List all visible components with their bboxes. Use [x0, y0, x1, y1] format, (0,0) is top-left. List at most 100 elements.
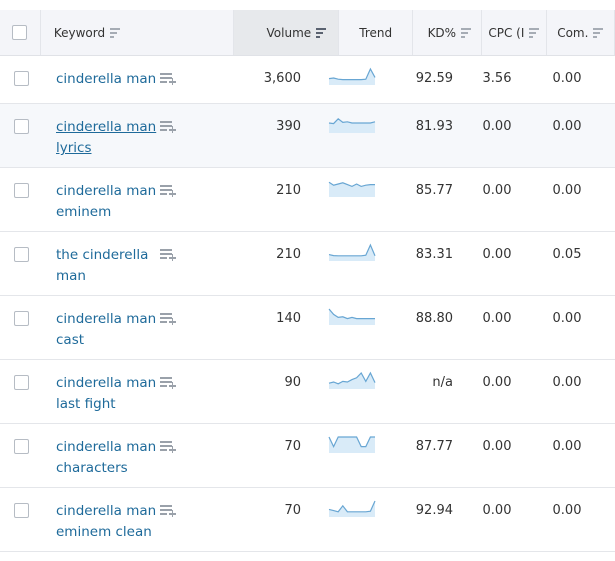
add-cell: [160, 488, 203, 551]
keyword-link[interactable]: cinderella man last fight: [56, 375, 156, 412]
trend-cell: [313, 296, 391, 359]
keyword-link[interactable]: cinderella man characters: [56, 439, 156, 476]
sparkline-area: [329, 437, 375, 453]
trend-sparkline: [328, 67, 376, 85]
add-cell: [160, 104, 203, 167]
sort-icon[interactable]: [529, 28, 540, 38]
keyword-link[interactable]: cinderella man: [56, 71, 156, 87]
sort-icon[interactable]: [461, 28, 472, 38]
kd-cell: 83.31: [415, 247, 453, 262]
trend-sparkline: [328, 371, 376, 389]
trend-cell: [313, 424, 391, 487]
trend-cell: [313, 488, 391, 551]
com-cell: 0.00: [552, 119, 582, 134]
row-select-cell: [0, 168, 43, 231]
row-checkbox[interactable]: [14, 311, 29, 326]
add-to-list-icon[interactable]: [160, 73, 176, 85]
sort-icon[interactable]: [593, 28, 604, 38]
cpc-cell: 0.00: [482, 311, 512, 326]
add-to-list-icon[interactable]: [160, 121, 176, 133]
row-select-cell: [0, 488, 43, 551]
header-com-label: Com.: [557, 25, 589, 40]
add-to-list-icon[interactable]: [160, 377, 176, 389]
keyword-cell: cinderella man eminem clean: [43, 488, 160, 551]
row-checkbox[interactable]: [14, 71, 29, 86]
header-keyword-label: Keyword: [53, 25, 106, 40]
sparkline-area: [329, 245, 375, 261]
header-cpc-label: CPC (I: [488, 25, 525, 40]
kd-cell: 92.59: [415, 71, 453, 86]
header-select-all[interactable]: [0, 10, 41, 55]
sparkline-line: [328, 500, 376, 513]
keyword-cell: cinderella man last fight: [43, 360, 160, 423]
add-cell: [160, 296, 203, 359]
header-keyword[interactable]: Keyword: [41, 10, 235, 55]
trend-sparkline: [328, 117, 376, 133]
volume-cell: 210: [276, 183, 301, 198]
cpc-cell: 0.00: [482, 375, 512, 390]
row-checkbox[interactable]: [14, 119, 29, 134]
keyword-cell: the cinderella man: [43, 232, 160, 295]
row-checkbox[interactable]: [14, 503, 29, 518]
add-cell: [160, 360, 203, 423]
row-select-cell: [0, 296, 43, 359]
header-com[interactable]: Com.: [547, 10, 615, 55]
keyword-link[interactable]: cinderella man lyrics: [56, 119, 156, 156]
com-cell: 0.05: [552, 247, 582, 262]
volume-cell: 70: [284, 439, 301, 454]
table-row: cinderella man eminem clean 70 92.94 0.0…: [0, 488, 615, 552]
add-to-list-icon[interactable]: [160, 441, 176, 453]
trend-sparkline: [328, 436, 375, 453]
table-row: cinderella man characters 70 87.77 0.00 …: [0, 424, 615, 488]
keyword-table: Keyword Volume Trend KD% CPC (I Com. cin…: [0, 10, 615, 552]
kd-cell: 88.80: [415, 311, 453, 326]
keyword-cell: cinderella man lyrics: [43, 104, 160, 167]
table-row: cinderella man cast 140 88.80 0.00 0.00: [0, 296, 615, 360]
kd-cell: 85.77: [415, 183, 453, 198]
trend-cell: [313, 56, 391, 103]
kd-cell: 87.77: [415, 439, 453, 454]
trend-cell: [313, 232, 391, 295]
com-cell: 0.00: [552, 71, 582, 86]
select-all-checkbox[interactable]: [12, 25, 28, 40]
header-trend-label: Trend: [359, 25, 393, 40]
com-cell: 0.00: [552, 375, 582, 390]
header-kd[interactable]: KD%: [413, 10, 483, 55]
com-cell: 0.00: [552, 439, 582, 454]
row-select-cell: [0, 360, 43, 423]
cpc-cell: 0.00: [482, 119, 512, 134]
keyword-cell: cinderella man eminem: [43, 168, 160, 231]
volume-cell: 70: [284, 503, 301, 518]
trend-cell: [313, 104, 391, 167]
add-to-list-icon[interactable]: [160, 313, 176, 325]
header-cpc[interactable]: CPC (I: [482, 10, 547, 55]
add-cell: [160, 168, 203, 231]
header-volume[interactable]: Volume: [234, 10, 340, 55]
row-checkbox[interactable]: [14, 439, 29, 454]
table-row: cinderella man 3,600 92.59 3.56 0.00: [0, 56, 615, 104]
row-select-cell: [0, 232, 43, 295]
row-checkbox[interactable]: [14, 247, 29, 262]
keyword-link[interactable]: cinderella man cast: [56, 311, 156, 348]
sparkline-area: [329, 501, 375, 517]
table-header: Keyword Volume Trend KD% CPC (I Com.: [0, 10, 615, 56]
sort-icon[interactable]: [316, 28, 327, 38]
com-cell: 0.00: [552, 183, 582, 198]
keyword-link[interactable]: the cinderella man: [56, 247, 148, 284]
add-to-list-icon[interactable]: [160, 249, 176, 261]
table-body: cinderella man 3,600 92.59 3.56 0.00 cin…: [0, 56, 615, 552]
add-cell: [160, 424, 203, 487]
sparkline-area: [329, 69, 375, 85]
keyword-link[interactable]: cinderella man eminem clean: [56, 503, 156, 540]
trend-cell: [313, 360, 391, 423]
volume-cell: 3,600: [263, 71, 301, 86]
kd-cell: 92.94: [415, 503, 453, 518]
trend-sparkline: [328, 500, 376, 517]
row-checkbox[interactable]: [14, 183, 29, 198]
add-to-list-icon[interactable]: [160, 505, 176, 517]
keyword-link[interactable]: cinderella man eminem: [56, 183, 156, 220]
row-checkbox[interactable]: [14, 375, 29, 390]
add-to-list-icon[interactable]: [160, 185, 176, 197]
sort-icon[interactable]: [110, 28, 121, 38]
cpc-cell: 0.00: [482, 247, 512, 262]
